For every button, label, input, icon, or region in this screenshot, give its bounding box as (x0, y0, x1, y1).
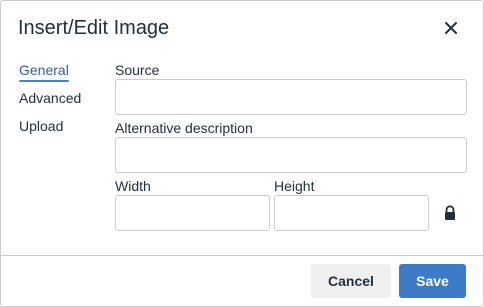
tab-label: General (19, 62, 69, 78)
insert-edit-image-dialog: Insert/Edit Image General Advanced Uploa… (0, 0, 484, 307)
lock-icon (445, 205, 455, 220)
source-input[interactable] (115, 79, 467, 115)
dialog-title: Insert/Edit Image (18, 17, 170, 39)
tab-advanced[interactable]: Advanced (19, 89, 81, 107)
close-button[interactable] (437, 14, 465, 42)
close-icon (445, 22, 457, 34)
width-label: Width (115, 178, 151, 194)
active-tab-indicator (19, 80, 69, 82)
height-input[interactable] (274, 195, 429, 231)
height-label: Height (274, 178, 315, 194)
alt-description-input[interactable] (115, 137, 467, 173)
source-label: Source (115, 62, 160, 78)
tab-upload[interactable]: Upload (19, 117, 63, 135)
alt-description-label: Alternative description (115, 120, 253, 136)
constrain-proportions-button[interactable] (443, 205, 457, 221)
cancel-button[interactable]: Cancel (311, 264, 391, 298)
save-button[interactable]: Save (399, 264, 466, 298)
dialog-footer: Cancel Save (1, 255, 483, 306)
tab-general[interactable]: General (19, 61, 69, 82)
dialog-header: Insert/Edit Image (1, 1, 483, 56)
width-input[interactable] (115, 195, 270, 231)
